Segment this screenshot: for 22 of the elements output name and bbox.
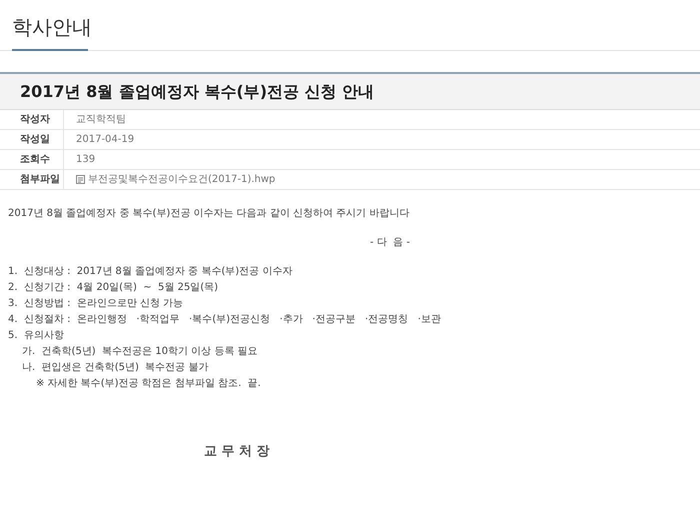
attachment-link[interactable]: 부전공및복수전공이수요건(2017-1).hwp bbox=[88, 172, 276, 187]
meta-value: 139 bbox=[76, 153, 96, 167]
meta-value: 교직학적팀 bbox=[76, 113, 126, 127]
list-item: 5. 유의사항 bbox=[8, 329, 64, 343]
note-text: ※ 자세한 복수(부)전공 학점은 첨부파일 참조. 끝. bbox=[36, 378, 261, 389]
meta-value: 2017-04-19 bbox=[76, 133, 134, 147]
sub-item: 가. 건축학(5년) 복수전공은 10학기 이상 등록 필요 bbox=[22, 346, 258, 357]
meta-label: 첨부파일 bbox=[20, 173, 60, 187]
meta-label: 조회수 bbox=[20, 153, 50, 167]
meta-label: 작성일 bbox=[20, 133, 50, 147]
list-item: 1. 신청대상 : 2017년 8월 졸업예정자 중 복수(부)전공 이수자 bbox=[8, 265, 292, 279]
list-item: 4. 신청절차 : 온라인행정 ·학적업무 ·복수(부)전공신청 ·추가 ·전공구분 ·전공명칭 ·보관 bbox=[8, 313, 441, 327]
sub-item: 나. 편입생은 건축학(5년) 복수전공 불가 bbox=[22, 362, 208, 373]
list-item: 3. 신청방법 : 온라인으로만 신청 가능 bbox=[8, 297, 184, 311]
page-title: 학사안내 bbox=[12, 14, 92, 41]
section-heading: - 다 음 - bbox=[370, 236, 410, 250]
file-icon bbox=[76, 175, 85, 184]
article-title: 2017년 8월 졸업예정자 복수(부)전공 신청 안내 bbox=[20, 80, 374, 102]
signature: 교 무 처 장 bbox=[204, 444, 270, 459]
meta-label: 작성자 bbox=[20, 113, 50, 127]
list-item: 2. 신청기간 : 4월 20일(목) ~ 5월 25일(목) bbox=[8, 281, 218, 295]
intro-text: 2017년 8월 졸업예정자 중 복수(부)전공 이수자는 다음과 같이 신청하여 주시기 바랍니다 bbox=[8, 207, 410, 221]
